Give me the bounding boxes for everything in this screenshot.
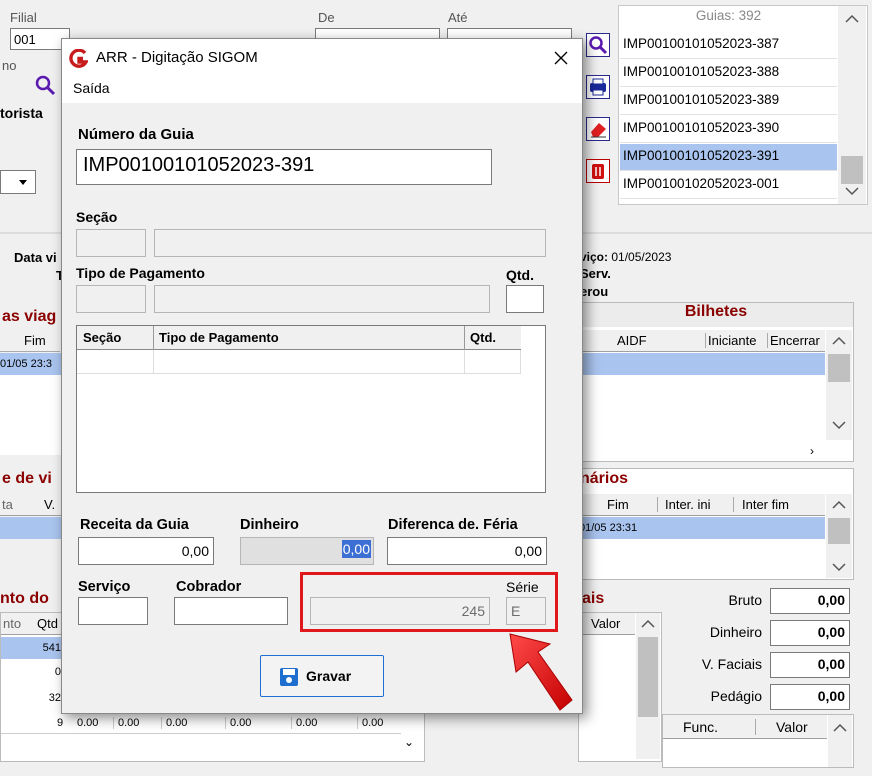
summary-label: Bruto xyxy=(728,592,762,608)
tipo-pagamento-label: Tipo de Pagamento xyxy=(76,265,205,281)
ate-label: Até xyxy=(448,10,468,25)
cobrador-label: Cobrador xyxy=(176,579,242,595)
guia-list-item[interactable]: IMP00100101052023-389 xyxy=(620,88,837,115)
ais-scrollbar[interactable] xyxy=(636,613,660,759)
summary-value[interactable]: 0,00 xyxy=(770,588,850,614)
eraser-icon[interactable] xyxy=(586,117,610,141)
dinheiro-input[interactable]: 0,00 xyxy=(240,537,374,565)
dinheiro-label: Dinheiro xyxy=(240,517,299,533)
pagamento-row-2[interactable]: 0 xyxy=(1,661,65,683)
summary-label: V. Faciais xyxy=(701,656,762,672)
bilhetes-row[interactable] xyxy=(579,353,825,375)
viagens-row[interactable]: 01/05 23:3 xyxy=(0,353,62,375)
close-icon[interactable] xyxy=(550,47,572,69)
filial-label: Filial xyxy=(10,10,37,25)
data-viagem-label: Data vi xyxy=(14,250,57,265)
numero-guia-label: Número da Guia xyxy=(78,126,194,143)
dialog-titlebar: ARR - Digitação SIGOM xyxy=(62,39,582,77)
bilhetes-header: AIDF Iniciante Encerrar xyxy=(579,330,825,352)
search-icon[interactable] xyxy=(34,74,56,96)
frag-no: no xyxy=(2,58,17,73)
gravar-label: Gravar xyxy=(306,668,352,684)
ntodo-title: nto do xyxy=(0,590,49,607)
summary-value[interactable]: 0,00 xyxy=(770,684,850,710)
servico-label: Serviço xyxy=(78,579,131,595)
save-icon xyxy=(279,667,299,687)
grid-header: Seção Tipo de Pagamento Qtd. xyxy=(77,326,521,350)
search-button[interactable] xyxy=(586,33,610,57)
secao-code-input[interactable] xyxy=(76,229,146,257)
grid-row-empty[interactable] xyxy=(77,350,521,374)
devi-header: ta V. xyxy=(0,494,64,516)
motorista-label: torista xyxy=(0,105,43,121)
func-header: Func. Valor xyxy=(663,715,827,739)
app-logo-icon xyxy=(68,48,89,69)
viagens-header: Fim xyxy=(0,330,60,352)
highlight-box xyxy=(300,572,558,632)
qtd-input[interactable] xyxy=(506,285,544,313)
summary-label: Dinheiro xyxy=(709,624,762,640)
guia-list-item[interactable]: IMP00100101052023-390 xyxy=(620,116,837,143)
ais-header: Valor xyxy=(579,613,635,635)
gravar-button[interactable]: Gravar xyxy=(260,655,384,697)
devi-title: e de vi xyxy=(2,470,52,487)
diferenca-input[interactable]: 0,00 xyxy=(387,537,547,565)
guia-list-item[interactable]: IMP00100101052023-391 xyxy=(620,144,837,171)
chevron-down-icon[interactable]: ⌄ xyxy=(404,735,414,749)
func-scrollbar[interactable] xyxy=(828,715,852,767)
bilhetes-title-bar: Bilhetes xyxy=(579,303,853,327)
digitacao-dialog: ARR - Digitação SIGOM Saída Número da Gu… xyxy=(61,38,583,714)
bilhetes-scrollbar[interactable] xyxy=(826,330,852,440)
menu-saida[interactable]: Saída xyxy=(73,80,110,96)
serv-label: Serv. xyxy=(580,266,611,281)
guias-header: Guias: 392 xyxy=(695,8,762,23)
print-icon[interactable] xyxy=(586,75,610,99)
trash-icon[interactable] xyxy=(586,159,610,183)
summary-label: Pedágio xyxy=(710,688,762,704)
annotation-arrow-icon xyxy=(500,630,580,720)
tipo-code-input[interactable] xyxy=(76,285,146,313)
pagamento-row-1[interactable]: 541 xyxy=(1,637,65,659)
de-label: De xyxy=(318,10,335,25)
summary-value[interactable]: 0,00 xyxy=(770,652,850,678)
narios-header: Fim Inter. ini Inter fim xyxy=(579,494,825,516)
viagens-title: as viag xyxy=(2,308,57,325)
dropdown[interactable] xyxy=(0,170,36,194)
narios-scrollbar[interactable] xyxy=(826,494,852,578)
dialog-title: ARR - Digitação SIGOM xyxy=(96,49,258,66)
narios-row[interactable]: 01/05 23:31 xyxy=(579,517,825,539)
erou-label: erou xyxy=(580,284,609,299)
diferenca-label: Diferenca de. Féria xyxy=(388,517,518,533)
ais-title: ais xyxy=(582,590,605,607)
chevron-right-icon[interactable]: › xyxy=(810,444,814,458)
guias-scrollbar[interactable] xyxy=(838,6,866,204)
numero-guia-input[interactable]: IMP00100101052023-391 xyxy=(76,149,492,185)
receita-input[interactable]: 0,00 xyxy=(78,537,214,565)
secao-label: Seção xyxy=(76,209,118,225)
servico-input[interactable] xyxy=(78,597,148,625)
tipo-desc-input[interactable] xyxy=(154,285,490,313)
secao-desc-input[interactable] xyxy=(154,229,546,257)
receita-label: Receita da Guia xyxy=(80,517,189,533)
dialog-menubar: Saída xyxy=(62,77,582,103)
pagamento-row-3[interactable]: 32 xyxy=(1,687,65,709)
guia-list-item[interactable]: IMP00100101052023-388 xyxy=(620,60,837,87)
guia-list-item[interactable]: IMP00100101052023-387 xyxy=(620,32,837,59)
cobrador-input[interactable] xyxy=(174,597,288,625)
pagamento-row-4[interactable]: 9 0.00 0.00 0.00 0.00 0.00 0.00 xyxy=(1,712,401,734)
servico-info: viço: 01/05/2023 xyxy=(580,250,672,264)
narios-title: nários xyxy=(580,470,629,487)
guia-list-item[interactable]: IMP00100102052023-001 xyxy=(620,172,837,199)
pagamento-items-grid[interactable]: Seção Tipo de Pagamento Qtd. xyxy=(76,325,546,493)
summary-value[interactable]: 0,00 xyxy=(770,620,850,646)
devi-row[interactable] xyxy=(0,517,64,539)
qtd-label: Qtd. xyxy=(506,267,534,283)
pagamento-header: nto Qtd xyxy=(1,613,65,635)
